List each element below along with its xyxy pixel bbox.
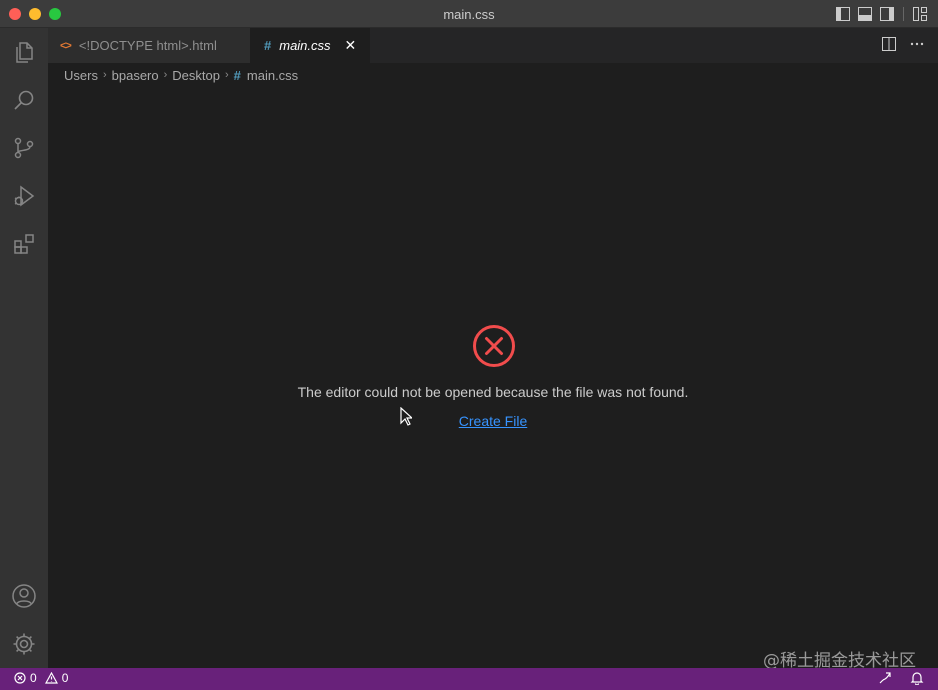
error-count-icon xyxy=(14,672,26,684)
error-message: The editor could not be opened because t… xyxy=(297,384,689,400)
status-bar: 0 0 xyxy=(0,668,938,690)
breadcrumb-item-users[interactable]: Users xyxy=(64,68,98,83)
css-file-icon: # xyxy=(264,38,272,53)
manage-gear-icon[interactable] xyxy=(0,620,48,668)
warning-count-icon xyxy=(44,672,58,684)
search-icon[interactable] xyxy=(0,76,48,124)
chevron-right-icon: › xyxy=(102,69,107,81)
accounts-icon[interactable] xyxy=(0,572,48,620)
source-control-icon[interactable] xyxy=(0,124,48,172)
toggle-panel-icon[interactable] xyxy=(857,6,873,22)
tab-label: main.css xyxy=(279,38,331,53)
chevron-right-icon: › xyxy=(224,69,229,81)
html-file-icon: <> xyxy=(60,39,72,52)
extensions-icon[interactable] xyxy=(0,220,48,268)
customize-layout-icon[interactable] xyxy=(912,6,928,22)
tab-label: <!DOCTYPE html>.html xyxy=(78,38,217,53)
toggle-primary-sidebar-icon[interactable] xyxy=(835,6,851,22)
breadcrumb: Users › bpasero › Desktop › # main.css xyxy=(64,66,298,84)
run-and-debug-icon[interactable] xyxy=(0,172,48,220)
layout-controls xyxy=(835,6,928,22)
toggle-secondary-sidebar-icon[interactable] xyxy=(879,6,895,22)
breadcrumb-item-bpasero[interactable]: bpasero xyxy=(112,68,159,83)
create-file-link[interactable]: Create File xyxy=(459,413,527,429)
window-title: main.css xyxy=(443,7,495,22)
close-tab-icon[interactable]: ✕ xyxy=(345,37,357,54)
layout-separator xyxy=(903,7,904,21)
activity-bar xyxy=(0,28,48,668)
breadcrumb-item-main-css[interactable]: main.css xyxy=(247,68,298,83)
editor-tabs-bar: <> <!DOCTYPE html>.html # main.css ✕ xyxy=(48,28,938,63)
live-share-icon[interactable] xyxy=(878,671,892,688)
mouse-cursor-icon xyxy=(400,406,414,432)
breadcrumb-item-desktop[interactable]: Desktop xyxy=(172,68,220,83)
status-right xyxy=(878,671,924,688)
title-bar: main.css xyxy=(0,0,938,28)
create-file-link-wrap: Create File xyxy=(48,413,938,429)
chevron-right-icon: › xyxy=(163,69,168,81)
notifications-bell-icon[interactable] xyxy=(910,671,924,688)
explorer-icon[interactable] xyxy=(0,28,48,76)
tab-doctype-html[interactable]: <> <!DOCTYPE html>.html xyxy=(48,28,250,63)
css-file-icon: # xyxy=(233,67,241,83)
error-icon xyxy=(472,324,516,368)
warning-count: 0 xyxy=(61,671,69,685)
editor-actions xyxy=(882,37,924,56)
problems-indicator[interactable]: 0 0 xyxy=(14,671,68,685)
tab-main-css[interactable]: # main.css ✕ xyxy=(250,28,370,63)
editor-placeholder: The editor could not be opened because t… xyxy=(48,88,938,668)
more-actions-icon[interactable] xyxy=(910,37,924,56)
error-count: 0 xyxy=(30,671,37,685)
split-editor-icon[interactable] xyxy=(882,37,896,56)
